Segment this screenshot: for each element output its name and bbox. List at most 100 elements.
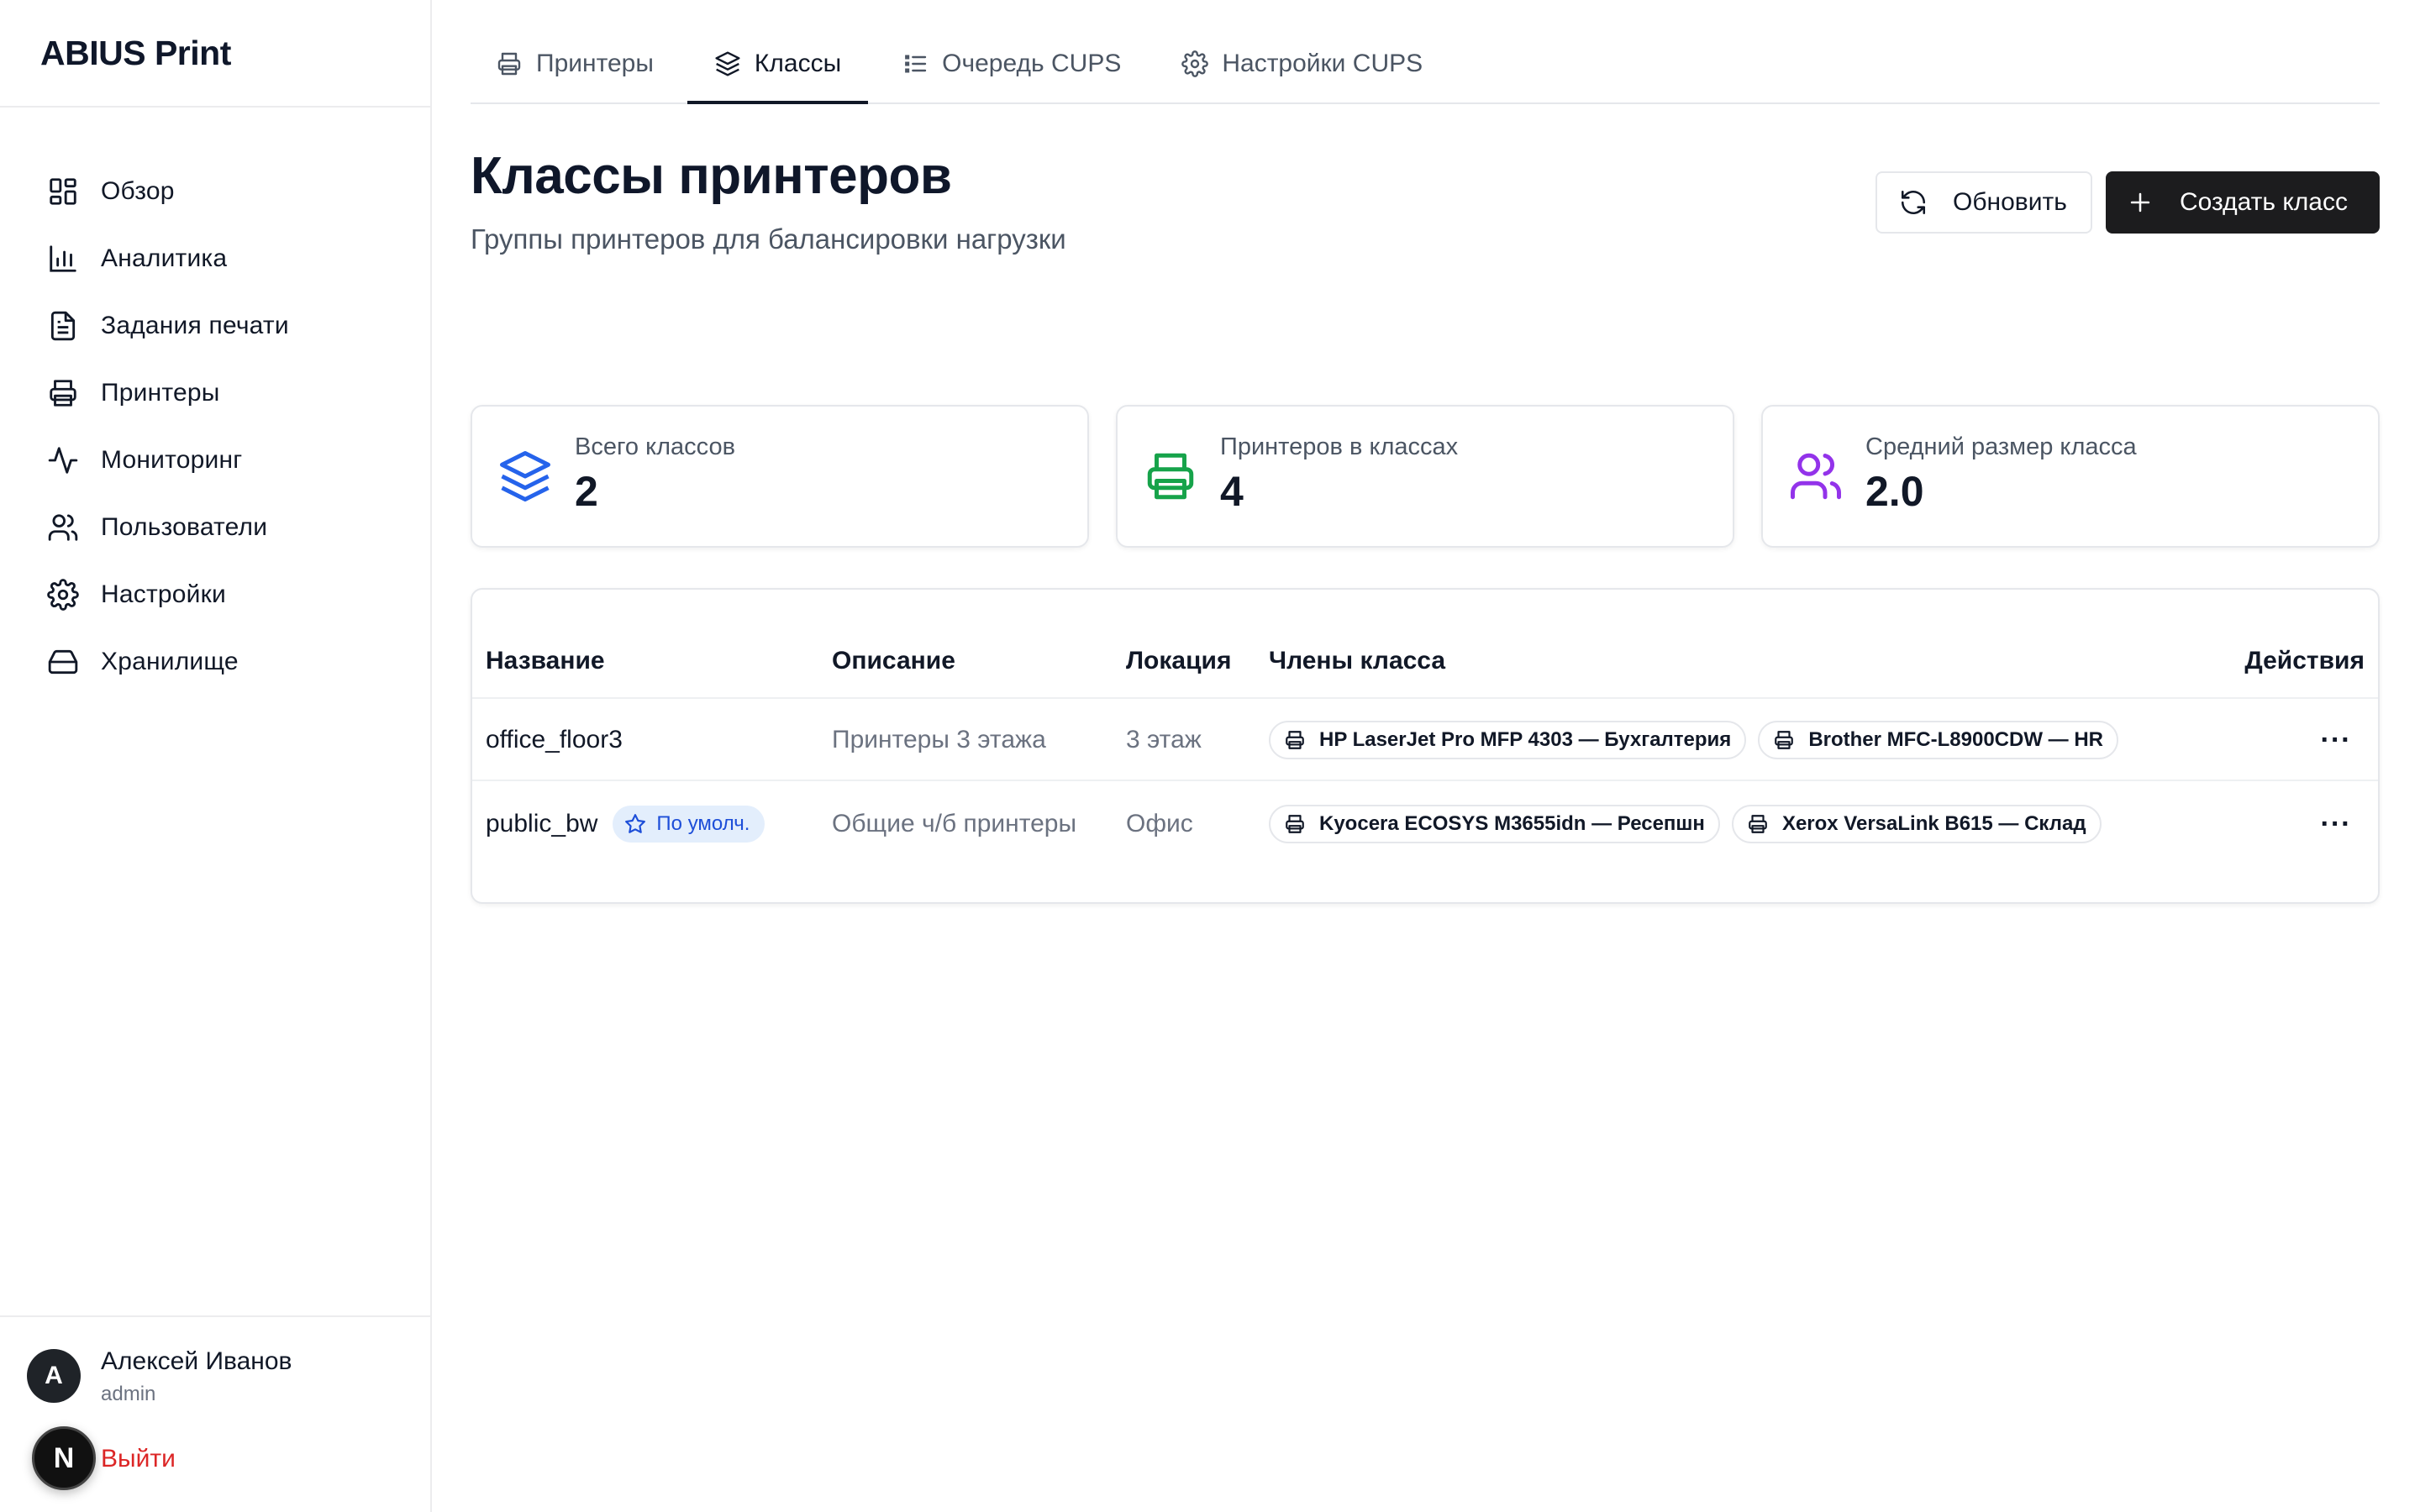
column-header-description: Описание	[832, 647, 955, 675]
stat-label: Всего классов	[575, 433, 736, 460]
member-chip-label: HP LaserJet Pro MFP 4303 — Бухгалтерия	[1319, 728, 1732, 751]
stat-card-printers-in-classes: Принтеров в классах 4	[1116, 405, 1734, 548]
tab-classes[interactable]: Классы	[687, 25, 869, 104]
class-members: Kyocera ECOSYS M3655idn — Ресепшн Xerox …	[1269, 783, 2102, 865]
member-chip[interactable]: Kyocera ECOSYS M3655idn — Ресепшн	[1269, 805, 1720, 843]
gear-icon	[47, 579, 79, 611]
page-title: Классы принтеров	[471, 147, 952, 205]
sidebar-item-label: Задания печати	[101, 312, 289, 339]
gear-icon	[1181, 50, 1209, 77]
bar-chart-icon	[50, 245, 76, 272]
printer-icon	[1749, 815, 1767, 833]
member-chip-label: Xerox VersaLink B615 — Склад	[1781, 812, 2086, 835]
nextjs-dev-badge[interactable]: N	[32, 1426, 96, 1490]
default-badge: По умолч.	[613, 806, 765, 843]
sidebar-item-label: Настройки	[101, 580, 226, 608]
refresh-button[interactable]: Обновить	[1876, 171, 2092, 234]
stat-card-total-classes: Всего классов 2	[471, 405, 1089, 548]
row-actions-button[interactable]: ···	[2317, 699, 2354, 781]
sidebar-item-label: Хранилище	[101, 648, 239, 675]
table-header: Название Описание Локация Члены класса Д…	[472, 590, 2378, 699]
member-chip[interactable]: Brother MFC-L8900CDW — HR	[1758, 721, 2118, 759]
printer-icon	[1286, 815, 1304, 833]
printer-icon	[1775, 731, 1794, 749]
main-content: Принтеры Классы Очередь CUPS Настройки C…	[471, 0, 2380, 904]
hard-drive-icon	[48, 649, 78, 675]
logout-button[interactable]: Выйти	[101, 1445, 176, 1473]
sidebar-item-print-jobs[interactable]: Задания печати	[0, 292, 430, 360]
stat-value: 4	[1220, 468, 1244, 515]
tab-cups-settings[interactable]: Настройки CUPS	[1155, 25, 1449, 102]
tab-cups-queue[interactable]: Очередь CUPS	[875, 25, 1148, 102]
column-header-name: Название	[486, 647, 605, 675]
stat-label: Средний размер класса	[1865, 433, 2137, 460]
refresh-icon	[1901, 190, 1926, 215]
stat-card-average-class-size: Средний размер класса 2.0	[1761, 405, 2380, 548]
more-icon: ···	[2320, 724, 2352, 756]
page-header: Классы принтеров Группы принтеров для ба…	[471, 104, 2380, 302]
tab-printers[interactable]: Принтеры	[471, 25, 681, 102]
printer-icon	[497, 52, 521, 76]
table-row[interactable]: office_floor3 Принтеры 3 этажа 3 этаж HP…	[472, 699, 2378, 781]
sidebar-item-overview[interactable]: Обзор	[0, 158, 430, 225]
printer-icon	[1147, 453, 1194, 500]
sidebar-item-settings[interactable]: Настройки	[0, 561, 430, 628]
sidebar-nav: Обзор Аналитика Задания печати Принтеры …	[0, 108, 430, 696]
users-icon	[48, 514, 78, 541]
tab-label: Очередь CUPS	[942, 50, 1122, 77]
activity-icon	[48, 447, 78, 474]
users-icon	[1791, 453, 1841, 500]
user-name: Алексей Иванов	[101, 1347, 292, 1375]
member-chip[interactable]: Xerox VersaLink B615 — Склад	[1731, 805, 2102, 843]
row-actions-button[interactable]: ···	[2317, 783, 2354, 865]
sidebar-item-label: Аналитика	[101, 244, 228, 272]
member-chip[interactable]: HP LaserJet Pro MFP 4303 — Бухгалтерия	[1269, 721, 1747, 759]
layers-icon	[500, 451, 550, 501]
stat-value: 2.0	[1865, 468, 1924, 515]
avatar[interactable]: A	[27, 1349, 81, 1403]
document-icon	[50, 311, 76, 341]
create-class-button[interactable]: Создать класс	[2106, 171, 2380, 234]
layers-icon	[715, 51, 740, 76]
class-description: Принтеры 3 этажа	[832, 726, 1046, 753]
member-chip-label: Kyocera ECOSYS M3655idn — Ресепшн	[1319, 812, 1705, 835]
tab-bar: Принтеры Классы Очередь CUPS Настройки C…	[471, 0, 2380, 104]
stat-value: 2	[575, 468, 598, 515]
page-subtitle: Группы принтеров для балансировки нагруз…	[471, 223, 1066, 255]
class-name: public_bw	[486, 810, 598, 837]
refresh-label: Обновить	[1953, 188, 2067, 216]
table-row[interactable]: public_bw По умолч. Общие ч/б принтеры О…	[472, 783, 2378, 865]
list-icon	[905, 55, 927, 73]
stat-label: Принтеров в классах	[1220, 433, 1459, 460]
class-name-cell: public_bw По умолч.	[486, 783, 765, 865]
stats-row: Всего классов 2 Принтеров в классах 4 Ср…	[471, 405, 2380, 548]
class-members: HP LaserJet Pro MFP 4303 — Бухгалтерия B…	[1269, 699, 2118, 781]
sidebar-item-users[interactable]: Пользователи	[0, 494, 430, 561]
class-description: Общие ч/б принтеры	[832, 810, 1077, 837]
default-badge-label: По умолч.	[656, 812, 750, 835]
column-header-actions: Действия	[2244, 647, 2365, 675]
sidebar-item-label: Принтеры	[101, 379, 220, 407]
sidebar-item-monitoring[interactable]: Мониторинг	[0, 427, 430, 494]
printer-icon	[1286, 731, 1304, 749]
create-class-label: Создать класс	[2180, 188, 2348, 216]
sidebar-item-label: Мониторинг	[101, 446, 243, 474]
sidebar-item-label: Обзор	[101, 177, 175, 205]
column-header-location: Локация	[1126, 647, 1232, 675]
user-role: admin	[101, 1383, 156, 1405]
tab-label: Классы	[754, 50, 842, 77]
dashboard-icon	[50, 178, 76, 205]
classes-table: Название Описание Локация Члены класса Д…	[471, 588, 2380, 904]
class-location: Офис	[1126, 810, 1193, 837]
sidebar: ABIUS Print Обзор Аналитика Задания печа…	[0, 0, 432, 1512]
member-chip-label: Brother MFC-L8900CDW — HR	[1808, 728, 2103, 751]
tab-label: Принтеры	[536, 50, 654, 77]
column-header-members: Члены класса	[1269, 647, 1446, 675]
sidebar-item-storage[interactable]: Хранилище	[0, 628, 430, 696]
printer-icon	[50, 380, 76, 407]
app-title[interactable]: ABIUS Print	[0, 0, 430, 108]
star-icon	[625, 814, 646, 833]
sidebar-item-printers[interactable]: Принтеры	[0, 360, 430, 427]
class-name: office_floor3	[486, 726, 623, 753]
sidebar-item-analytics[interactable]: Аналитика	[0, 225, 430, 292]
